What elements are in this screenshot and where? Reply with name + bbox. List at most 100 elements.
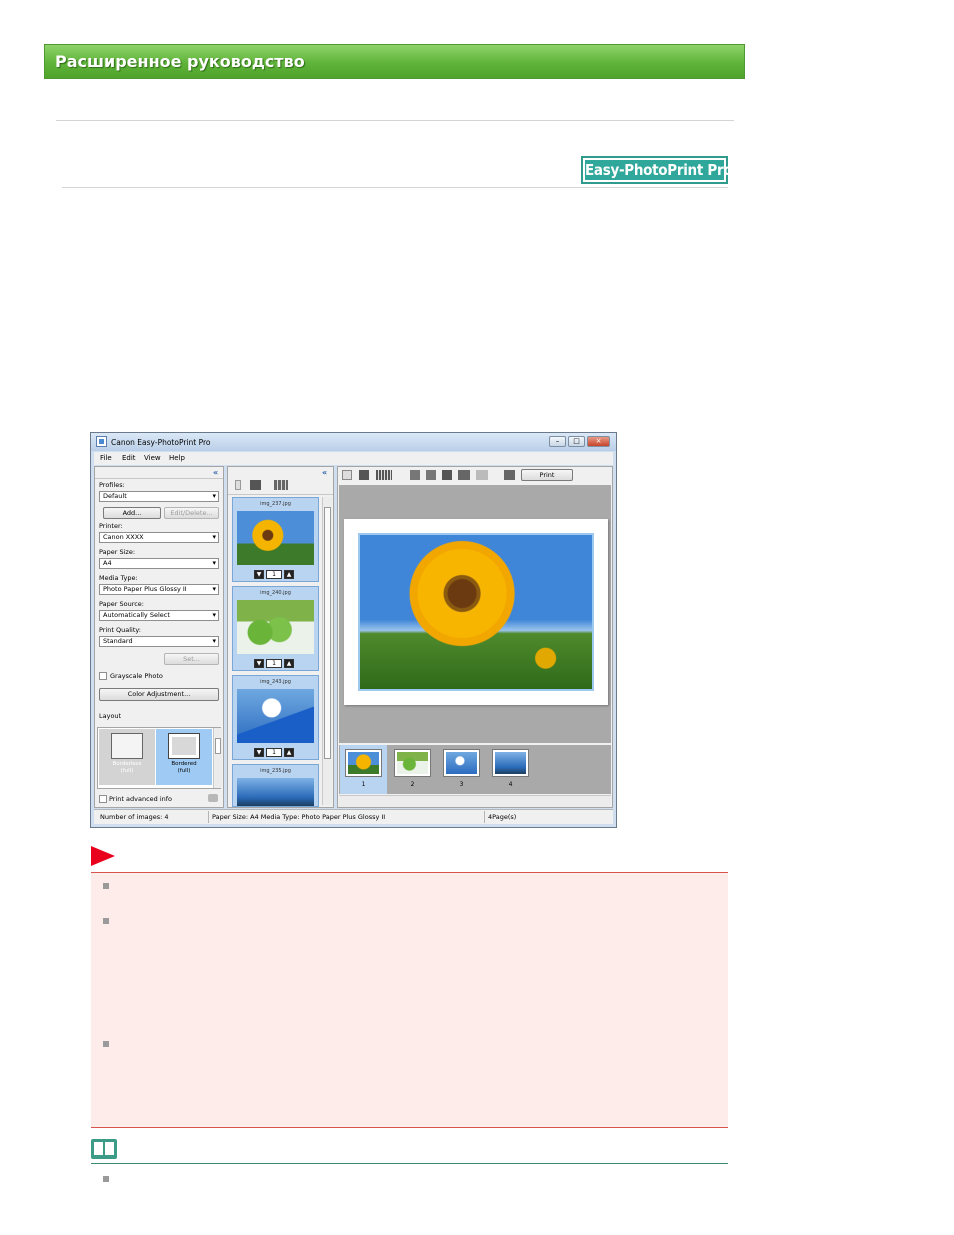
profiles-label: Profiles: [99, 481, 125, 489]
print-count[interactable]: 1 [266, 570, 282, 579]
print-count[interactable]: 1 [266, 659, 282, 668]
paper-size-select[interactable]: A4 [99, 558, 219, 569]
status-page-count: 4Page(s) [488, 813, 517, 821]
thumbnail-item[interactable]: img_237.jpg ▼ 1 ▲ [232, 497, 319, 582]
thumbnail-name: img_243.jpg [260, 679, 291, 685]
next-page-icon[interactable] [359, 470, 369, 480]
bullet-icon [103, 1041, 109, 1047]
edit-delete-button[interactable]: Edit/Delete... [164, 507, 219, 519]
caution-box [91, 872, 728, 1128]
print-button[interactable]: Print [521, 469, 573, 481]
sunflower-preview-image [358, 533, 594, 691]
decrease-count-icon[interactable]: ▼ [254, 748, 264, 757]
prev-page-icon[interactable] [342, 470, 352, 480]
thumbnail-panel: « img_237.jpg ▼ 1 ▲ img_240.jpg ▼ 1 ▲ im… [227, 466, 334, 808]
page-thumb[interactable]: 3 [438, 745, 485, 794]
paper-source-label: Paper Source: [99, 600, 144, 608]
advanced-info-checkbox[interactable] [99, 795, 107, 803]
thumbnail-item[interactable]: img_240.jpg ▼ 1 ▲ [232, 586, 319, 671]
maximize-button[interactable]: □ [568, 436, 585, 447]
printer-icon[interactable] [504, 470, 515, 480]
status-paper-info: Paper Size: A4 Media Type: Photo Paper P… [212, 813, 386, 821]
print-preview-icon[interactable] [458, 470, 470, 480]
flower-glass-thumbnail [237, 689, 314, 743]
settings-icon[interactable] [476, 470, 488, 480]
media-type-select[interactable]: Photo Paper Plus Glossy II [99, 584, 219, 595]
trim-icon[interactable] [442, 470, 452, 480]
zoom-icon[interactable] [376, 470, 392, 480]
divider-logo [62, 187, 728, 188]
print-quality-select[interactable]: Standard [99, 636, 219, 647]
product-logo: Easy-PhotoPrint Pro [581, 156, 733, 184]
status-image-count: Number of images: 4 [100, 813, 169, 821]
settings-panel: « Profiles: Default Add... Edit/Delete..… [94, 466, 224, 808]
minimize-button[interactable]: – [549, 436, 566, 447]
layout-scrollbar[interactable] [213, 728, 222, 788]
add-profile-button[interactable]: Add... [103, 507, 161, 519]
set-button[interactable]: Set... [164, 653, 219, 665]
thumbnail-scrollbar[interactable] [322, 497, 332, 805]
app-window: Canon Easy-PhotoPrint Pro – □ × File Edi… [90, 432, 617, 828]
select-all-icon[interactable] [235, 480, 241, 490]
page-number: 4 [508, 781, 513, 788]
decrease-count-icon[interactable]: ▼ [254, 659, 264, 668]
increase-count-icon[interactable]: ▲ [284, 570, 294, 579]
increase-count-icon[interactable]: ▲ [284, 659, 294, 668]
title-bar: Canon Easy-PhotoPrint Pro – □ × [91, 433, 616, 451]
bullet-icon [103, 1176, 109, 1182]
product-logo-text: Easy-PhotoPrint Pro [585, 160, 733, 180]
printer-label: Printer: [99, 522, 123, 530]
paper-size-label: Paper Size: [99, 548, 136, 556]
divider-top [56, 120, 734, 121]
layout-label: Layout [99, 712, 122, 720]
caution-flag-icon [91, 846, 115, 866]
profiles-select[interactable]: Default [99, 491, 219, 502]
collapse-thumbs-icon[interactable]: « [322, 468, 327, 477]
preview-canvas [339, 485, 611, 743]
page-number: 1 [361, 781, 366, 788]
layout-list: Borderless (full) Bordered (full) [97, 727, 222, 789]
page-thumb-selected[interactable]: 1 [340, 745, 387, 794]
page-thumb[interactable]: 2 [389, 745, 436, 794]
layout-borderless-line2: (full) [120, 768, 134, 774]
page-thumb[interactable]: 4 [487, 745, 534, 794]
thumbnail-name: img_237.jpg [260, 501, 291, 507]
page-strip-scrollbar[interactable] [339, 795, 611, 807]
printer-select[interactable]: Canon XXXX [99, 532, 219, 543]
paper-preview [344, 519, 608, 705]
print-count[interactable]: 1 [266, 748, 282, 757]
grayscale-label: Grayscale Photo [110, 672, 163, 680]
collapse-left-icon[interactable]: « [213, 468, 218, 477]
window-title: Canon Easy-PhotoPrint Pro [111, 438, 211, 447]
layout-borderless[interactable]: Borderless (full) [99, 729, 155, 785]
rotate-left-icon[interactable] [410, 470, 420, 480]
menu-help[interactable]: Help [169, 454, 185, 462]
grayscale-checkbox[interactable] [99, 672, 107, 680]
thumbnail-item[interactable]: img_243.jpg ▼ 1 ▲ [232, 675, 319, 760]
menu-view[interactable]: View [144, 454, 161, 462]
increase-count-icon[interactable]: ▲ [284, 748, 294, 757]
close-button[interactable]: × [587, 436, 610, 447]
menu-bar: File Edit View Help [94, 452, 613, 465]
layout-bordered-line1: Bordered [171, 761, 197, 767]
print-quality-label: Print Quality: [99, 626, 141, 634]
remove-image-icon[interactable] [250, 480, 261, 490]
thumbnail-item[interactable]: img_235.jpg [232, 764, 319, 807]
menu-file[interactable]: File [100, 454, 112, 462]
layout-borderless-line1: Borderless [112, 761, 142, 767]
color-adjustment-button[interactable]: Color Adjustment... [99, 688, 219, 701]
app-icon [96, 436, 107, 447]
paper-source-select[interactable]: Automatically Select [99, 610, 219, 621]
sunflower-thumbnail [237, 511, 314, 565]
media-type-label: Media Type: [99, 574, 138, 582]
decrease-count-icon[interactable]: ▼ [254, 570, 264, 579]
view-mode-icon[interactable] [274, 480, 288, 490]
layout-bordered[interactable]: Bordered (full) [156, 729, 212, 785]
menu-edit[interactable]: Edit [122, 454, 136, 462]
layout-bordered-line2: (full) [177, 768, 191, 774]
section-banner: Расширенное руководство [44, 44, 745, 79]
banner-title: Расширенное руководство [55, 52, 305, 71]
rotate-right-icon[interactable] [426, 470, 436, 480]
preview-panel: Print 1 2 3 4 [337, 466, 613, 808]
bullet-icon [103, 883, 109, 889]
